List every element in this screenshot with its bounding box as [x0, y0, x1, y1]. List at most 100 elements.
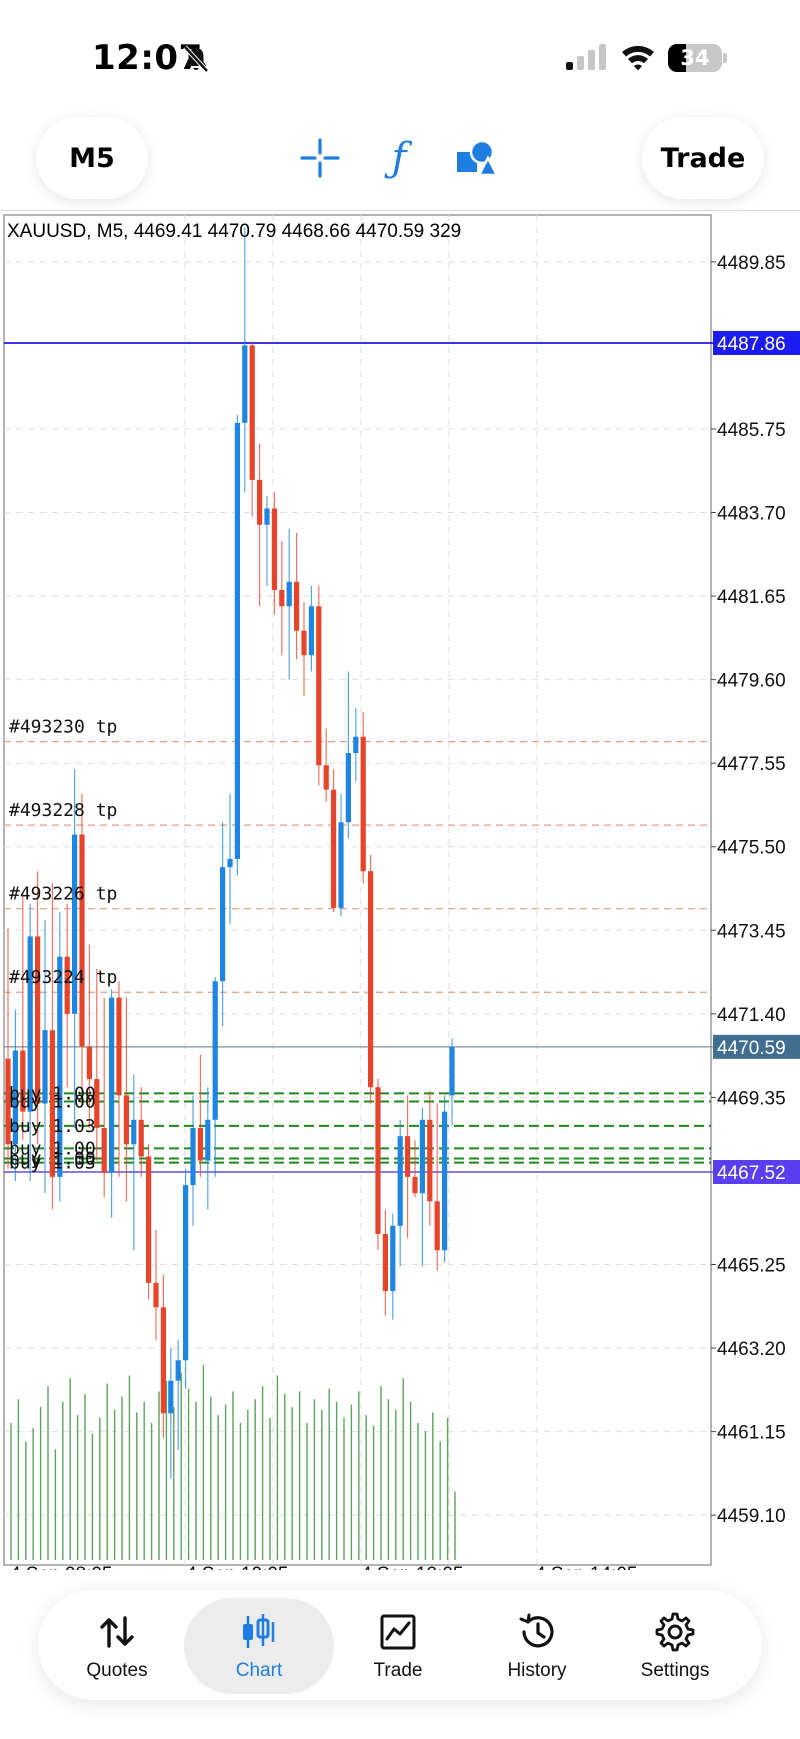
- settings-icon: [655, 1612, 695, 1652]
- price-tick-label: 4459.10: [717, 1506, 786, 1527]
- candle-body: [338, 822, 344, 908]
- candle: [390, 1213, 396, 1320]
- candle: [397, 1119, 403, 1267]
- candle-body: [109, 997, 115, 1173]
- take-profit-label: #493224 tp: [9, 967, 117, 988]
- candle: [146, 1144, 152, 1300]
- candle-body: [131, 1119, 137, 1145]
- battery-body: 34: [668, 44, 722, 72]
- candle-body: [279, 589, 285, 607]
- candle: [234, 414, 240, 876]
- objects-button[interactable]: [452, 133, 502, 183]
- candle: [123, 997, 129, 1202]
- candle: [205, 1087, 211, 1210]
- take-profit-label: #493230 tp: [9, 717, 117, 738]
- candle-body: [345, 753, 351, 823]
- candle-body: [35, 936, 41, 1104]
- signal-bar: [588, 50, 595, 70]
- buy-order-label: buy 1.03: [9, 1116, 96, 1137]
- nav-label-history: History: [507, 1660, 567, 1681]
- candle: [160, 1274, 166, 1438]
- candle: [360, 712, 366, 884]
- chart-toolbar: M5 ƒ Trade: [0, 105, 800, 205]
- timeframe-button[interactable]: M5: [36, 117, 148, 199]
- price-tick-label: 4485.75: [717, 420, 786, 441]
- candle-body: [264, 508, 270, 525]
- nav-label-quotes: Quotes: [86, 1660, 148, 1681]
- price-tick-label: 4479.60: [717, 671, 786, 692]
- candle-body: [308, 606, 314, 656]
- high-price-tag-text: 4487.86: [717, 334, 786, 355]
- price-tick-label: 4461.15: [717, 1423, 786, 1444]
- candlestick-series: [5, 227, 455, 1479]
- signal-bar: [577, 56, 584, 70]
- battery-level-text: 34: [680, 46, 710, 70]
- candle-body: [116, 997, 122, 1096]
- trade-button[interactable]: Trade: [642, 117, 764, 199]
- candle-body: [412, 1176, 418, 1194]
- volume-histogram: [10, 1365, 456, 1560]
- chart-icon: [243, 1614, 275, 1648]
- nav-label-trade: Trade: [373, 1660, 423, 1681]
- nav-item-history[interactable]: History: [462, 1598, 612, 1694]
- nav-label-chart: Chart: [235, 1660, 283, 1681]
- nav-item-trade[interactable]: Trade: [323, 1598, 473, 1694]
- candle-body: [197, 1127, 203, 1161]
- status-bar: 12:07 34: [0, 0, 800, 110]
- nav-item-quotes[interactable]: Quotes: [42, 1598, 192, 1694]
- price-tick-label: 4489.85: [717, 253, 786, 274]
- candle: [79, 793, 85, 1104]
- price-chart[interactable]: #493230 tp #493228 tp #493226 tp #493224 tp…: [0, 210, 800, 1570]
- candle-body: [153, 1282, 159, 1308]
- nav-item-settings[interactable]: Settings: [600, 1598, 750, 1694]
- candle-body: [331, 789, 337, 908]
- candle-body: [382, 1233, 388, 1291]
- candle: [109, 989, 115, 1218]
- candle-body: [249, 345, 255, 480]
- app-root: 12:07 34 M5 ƒ Trade #493230 tp #493228 t…: [0, 0, 800, 1739]
- candle-body: [257, 479, 263, 525]
- candle-body: [86, 1046, 92, 1080]
- low-price-tag-text: 4467.52: [717, 1163, 786, 1184]
- candle: [323, 728, 329, 802]
- candle-body: [212, 981, 218, 1120]
- time-axis-label: 4 Sep 12:05: [361, 1564, 463, 1570]
- price-axis: 4489.85 4485.75 4483.70 4481.65 4479.60 4477.…: [711, 253, 786, 1527]
- candle: [382, 1209, 388, 1316]
- candle-body: [434, 1201, 440, 1251]
- nav-label-settings: Settings: [640, 1660, 710, 1681]
- time-axis-label: 4 Sep 14:05: [535, 1564, 637, 1570]
- candle: [64, 903, 70, 1088]
- indicators-button[interactable]: ƒ: [374, 133, 424, 183]
- time-axis-label: 4 Sep 10:05: [186, 1564, 288, 1570]
- candle-body: [175, 1360, 181, 1381]
- candle-body: [449, 1046, 455, 1096]
- candle: [257, 443, 263, 607]
- candle-body: [368, 871, 374, 1088]
- candle: [434, 1103, 440, 1271]
- candle: [183, 1168, 189, 1389]
- crosshair-icon: [300, 138, 340, 178]
- trade-icon: [380, 1614, 416, 1650]
- candle-body: [227, 858, 233, 868]
- cellular-signal-icon: [566, 44, 606, 70]
- candle: [153, 1229, 159, 1340]
- candle-body: [168, 1380, 174, 1414]
- price-tick-label: 4473.45: [717, 921, 786, 942]
- buy-order-label: buy 1.03: [9, 1153, 96, 1174]
- candle: [405, 1095, 411, 1239]
- bottom-navigation: Quotes Chart Trade History Settings: [38, 1590, 762, 1700]
- signal-bar: [599, 44, 606, 70]
- crosshair-button[interactable]: [295, 133, 345, 183]
- candle: [308, 585, 314, 672]
- candle: [331, 769, 337, 912]
- candle-body: [419, 1119, 425, 1194]
- candle: [368, 854, 374, 1104]
- price-tick-label: 4481.65: [717, 587, 786, 608]
- candle-body: [427, 1119, 433, 1202]
- candle-body: [101, 1127, 107, 1173]
- take-profit-label: #493226 tp: [9, 884, 117, 905]
- order-labels: #493230 tp #493228 tp #493226 tp #493224 tp…: [9, 717, 117, 1174]
- objects-icon: [457, 139, 499, 177]
- nav-item-chart[interactable]: Chart: [184, 1598, 334, 1694]
